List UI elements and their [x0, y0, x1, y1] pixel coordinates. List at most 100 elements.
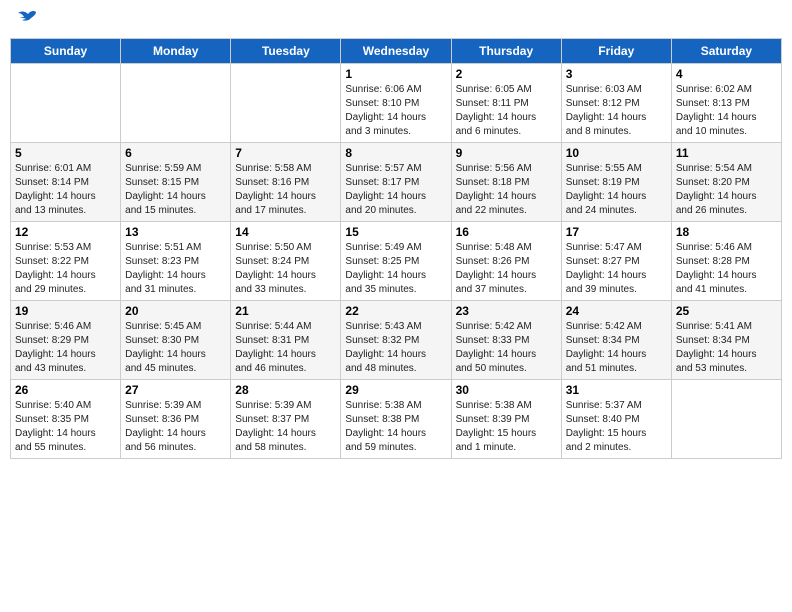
day-number: 16	[456, 225, 557, 239]
weekday-header-saturday: Saturday	[671, 39, 781, 64]
day-info: Sunrise: 5:44 AMSunset: 8:31 PMDaylight:…	[235, 320, 336, 376]
day-info: Sunrise: 6:06 AMSunset: 8:10 PMDaylight:…	[345, 83, 446, 139]
calendar-cell	[11, 64, 121, 143]
calendar-cell: 8 Sunrise: 5:57 AMSunset: 8:17 PMDaylight…	[341, 143, 451, 222]
calendar-table: SundayMondayTuesdayWednesdayThursdayFrid…	[10, 38, 782, 459]
calendar-cell: 31 Sunrise: 5:37 AMSunset: 8:40 PMDayligh…	[561, 380, 671, 459]
calendar-cell: 21 Sunrise: 5:44 AMSunset: 8:31 PMDayligh…	[231, 301, 341, 380]
day-number: 22	[345, 304, 446, 318]
day-number: 8	[345, 146, 446, 160]
calendar-cell: 3Sunrise: 6:03 AMSunset: 8:12 PMDaylight…	[561, 64, 671, 143]
weekday-header-tuesday: Tuesday	[231, 39, 341, 64]
weekday-header-wednesday: Wednesday	[341, 39, 451, 64]
calendar-cell	[671, 380, 781, 459]
calendar-cell: 14 Sunrise: 5:50 AMSunset: 8:24 PMDayligh…	[231, 222, 341, 301]
calendar-cell: 28 Sunrise: 5:39 AMSunset: 8:37 PMDayligh…	[231, 380, 341, 459]
day-info: Sunrise: 6:01 AMSunset: 8:14 PMDaylight:…	[15, 162, 116, 218]
day-number: 1	[345, 67, 446, 81]
day-number: 24	[566, 304, 667, 318]
day-number: 17	[566, 225, 667, 239]
day-info: Sunrise: 5:55 AMSunset: 8:19 PMDaylight:…	[566, 162, 667, 218]
day-number: 13	[125, 225, 226, 239]
page-header	[10, 10, 782, 30]
day-number: 4	[676, 67, 777, 81]
day-info: Sunrise: 5:46 AMSunset: 8:28 PMDaylight:…	[676, 241, 777, 297]
weekday-header-friday: Friday	[561, 39, 671, 64]
day-info: Sunrise: 6:02 AMSunset: 8:13 PMDaylight:…	[676, 83, 777, 139]
day-number: 10	[566, 146, 667, 160]
calendar-cell: 4 Sunrise: 6:02 AMSunset: 8:13 PMDaylight…	[671, 64, 781, 143]
day-number: 27	[125, 383, 226, 397]
day-info: Sunrise: 5:42 AMSunset: 8:34 PMDaylight:…	[566, 320, 667, 376]
day-info: Sunrise: 5:57 AMSunset: 8:17 PMDaylight:…	[345, 162, 446, 218]
calendar-cell: 1 Sunrise: 6:06 AMSunset: 8:10 PMDaylight…	[341, 64, 451, 143]
day-info: Sunrise: 5:49 AMSunset: 8:25 PMDaylight:…	[345, 241, 446, 297]
calendar-cell: 30 Sunrise: 5:38 AMSunset: 8:39 PMDayligh…	[451, 380, 561, 459]
day-info: Sunrise: 5:41 AMSunset: 8:34 PMDaylight:…	[676, 320, 777, 376]
day-info: Sunrise: 5:56 AMSunset: 8:18 PMDaylight:…	[456, 162, 557, 218]
calendar-cell: 7Sunrise: 5:58 AMSunset: 8:16 PMDaylight…	[231, 143, 341, 222]
day-number: 9	[456, 146, 557, 160]
day-number: 21	[235, 304, 336, 318]
day-number: 3	[566, 67, 667, 81]
day-info: Sunrise: 5:39 AMSunset: 8:37 PMDaylight:…	[235, 399, 336, 455]
day-number: 31	[566, 383, 667, 397]
day-info: Sunrise: 5:59 AMSunset: 8:15 PMDaylight:…	[125, 162, 226, 218]
day-number: 14	[235, 225, 336, 239]
calendar-cell	[231, 64, 341, 143]
day-info: Sunrise: 5:53 AMSunset: 8:22 PMDaylight:…	[15, 241, 116, 297]
calendar-cell: 23 Sunrise: 5:42 AMSunset: 8:33 PMDayligh…	[451, 301, 561, 380]
weekday-header-thursday: Thursday	[451, 39, 561, 64]
day-number: 20	[125, 304, 226, 318]
logo-bird-icon	[16, 10, 40, 30]
calendar-week-row: 12 Sunrise: 5:53 AMSunset: 8:22 PMDayligh…	[11, 222, 782, 301]
day-info: Sunrise: 5:45 AMSunset: 8:30 PMDaylight:…	[125, 320, 226, 376]
calendar-week-row: 26Sunrise: 5:40 AMSunset: 8:35 PMDayligh…	[11, 380, 782, 459]
day-number: 12	[15, 225, 116, 239]
calendar-cell: 13 Sunrise: 5:51 AMSunset: 8:23 PMDayligh…	[121, 222, 231, 301]
day-info: Sunrise: 5:50 AMSunset: 8:24 PMDaylight:…	[235, 241, 336, 297]
calendar-cell: 22 Sunrise: 5:43 AMSunset: 8:32 PMDayligh…	[341, 301, 451, 380]
day-info: Sunrise: 5:38 AMSunset: 8:39 PMDaylight:…	[456, 399, 557, 455]
calendar-cell: 10 Sunrise: 5:55 AMSunset: 8:19 PMDayligh…	[561, 143, 671, 222]
calendar-cell: 2Sunrise: 6:05 AMSunset: 8:11 PMDaylight…	[451, 64, 561, 143]
day-info: Sunrise: 5:46 AMSunset: 8:29 PMDaylight:…	[15, 320, 116, 376]
calendar-week-row: 1 Sunrise: 6:06 AMSunset: 8:10 PMDaylight…	[11, 64, 782, 143]
calendar-cell: 29Sunrise: 5:38 AMSunset: 8:38 PMDayligh…	[341, 380, 451, 459]
day-info: Sunrise: 5:51 AMSunset: 8:23 PMDaylight:…	[125, 241, 226, 297]
calendar-week-row: 19 Sunrise: 5:46 AMSunset: 8:29 PMDayligh…	[11, 301, 782, 380]
calendar-cell: 25Sunrise: 5:41 AMSunset: 8:34 PMDayligh…	[671, 301, 781, 380]
day-info: Sunrise: 5:39 AMSunset: 8:36 PMDaylight:…	[125, 399, 226, 455]
day-info: Sunrise: 5:37 AMSunset: 8:40 PMDaylight:…	[566, 399, 667, 455]
calendar-cell	[121, 64, 231, 143]
calendar-cell: 20 Sunrise: 5:45 AMSunset: 8:30 PMDayligh…	[121, 301, 231, 380]
day-info: Sunrise: 5:42 AMSunset: 8:33 PMDaylight:…	[456, 320, 557, 376]
day-info: Sunrise: 5:47 AMSunset: 8:27 PMDaylight:…	[566, 241, 667, 297]
calendar-cell: 17 Sunrise: 5:47 AMSunset: 8:27 PMDayligh…	[561, 222, 671, 301]
day-info: Sunrise: 6:05 AMSunset: 8:11 PMDaylight:…	[456, 83, 557, 139]
calendar-cell: 5 Sunrise: 6:01 AMSunset: 8:14 PMDaylight…	[11, 143, 121, 222]
day-info: Sunrise: 5:54 AMSunset: 8:20 PMDaylight:…	[676, 162, 777, 218]
day-number: 19	[15, 304, 116, 318]
weekday-header-sunday: Sunday	[11, 39, 121, 64]
day-info: Sunrise: 5:58 AMSunset: 8:16 PMDaylight:…	[235, 162, 336, 218]
day-number: 28	[235, 383, 336, 397]
day-info: Sunrise: 5:48 AMSunset: 8:26 PMDaylight:…	[456, 241, 557, 297]
day-number: 30	[456, 383, 557, 397]
calendar-cell: 19 Sunrise: 5:46 AMSunset: 8:29 PMDayligh…	[11, 301, 121, 380]
day-number: 11	[676, 146, 777, 160]
day-info: Sunrise: 5:38 AMSunset: 8:38 PMDaylight:…	[345, 399, 446, 455]
calendar-cell: 18Sunrise: 5:46 AMSunset: 8:28 PMDayligh…	[671, 222, 781, 301]
day-number: 15	[345, 225, 446, 239]
calendar-cell: 12 Sunrise: 5:53 AMSunset: 8:22 PMDayligh…	[11, 222, 121, 301]
calendar-cell: 27 Sunrise: 5:39 AMSunset: 8:36 PMDayligh…	[121, 380, 231, 459]
weekday-header-monday: Monday	[121, 39, 231, 64]
day-number: 23	[456, 304, 557, 318]
day-info: Sunrise: 5:43 AMSunset: 8:32 PMDaylight:…	[345, 320, 446, 376]
day-info: Sunrise: 5:40 AMSunset: 8:35 PMDaylight:…	[15, 399, 116, 455]
calendar-cell: 24 Sunrise: 5:42 AMSunset: 8:34 PMDayligh…	[561, 301, 671, 380]
logo	[14, 10, 40, 30]
day-number: 5	[15, 146, 116, 160]
calendar-cell: 16 Sunrise: 5:48 AMSunset: 8:26 PMDayligh…	[451, 222, 561, 301]
calendar-cell: 26Sunrise: 5:40 AMSunset: 8:35 PMDayligh…	[11, 380, 121, 459]
